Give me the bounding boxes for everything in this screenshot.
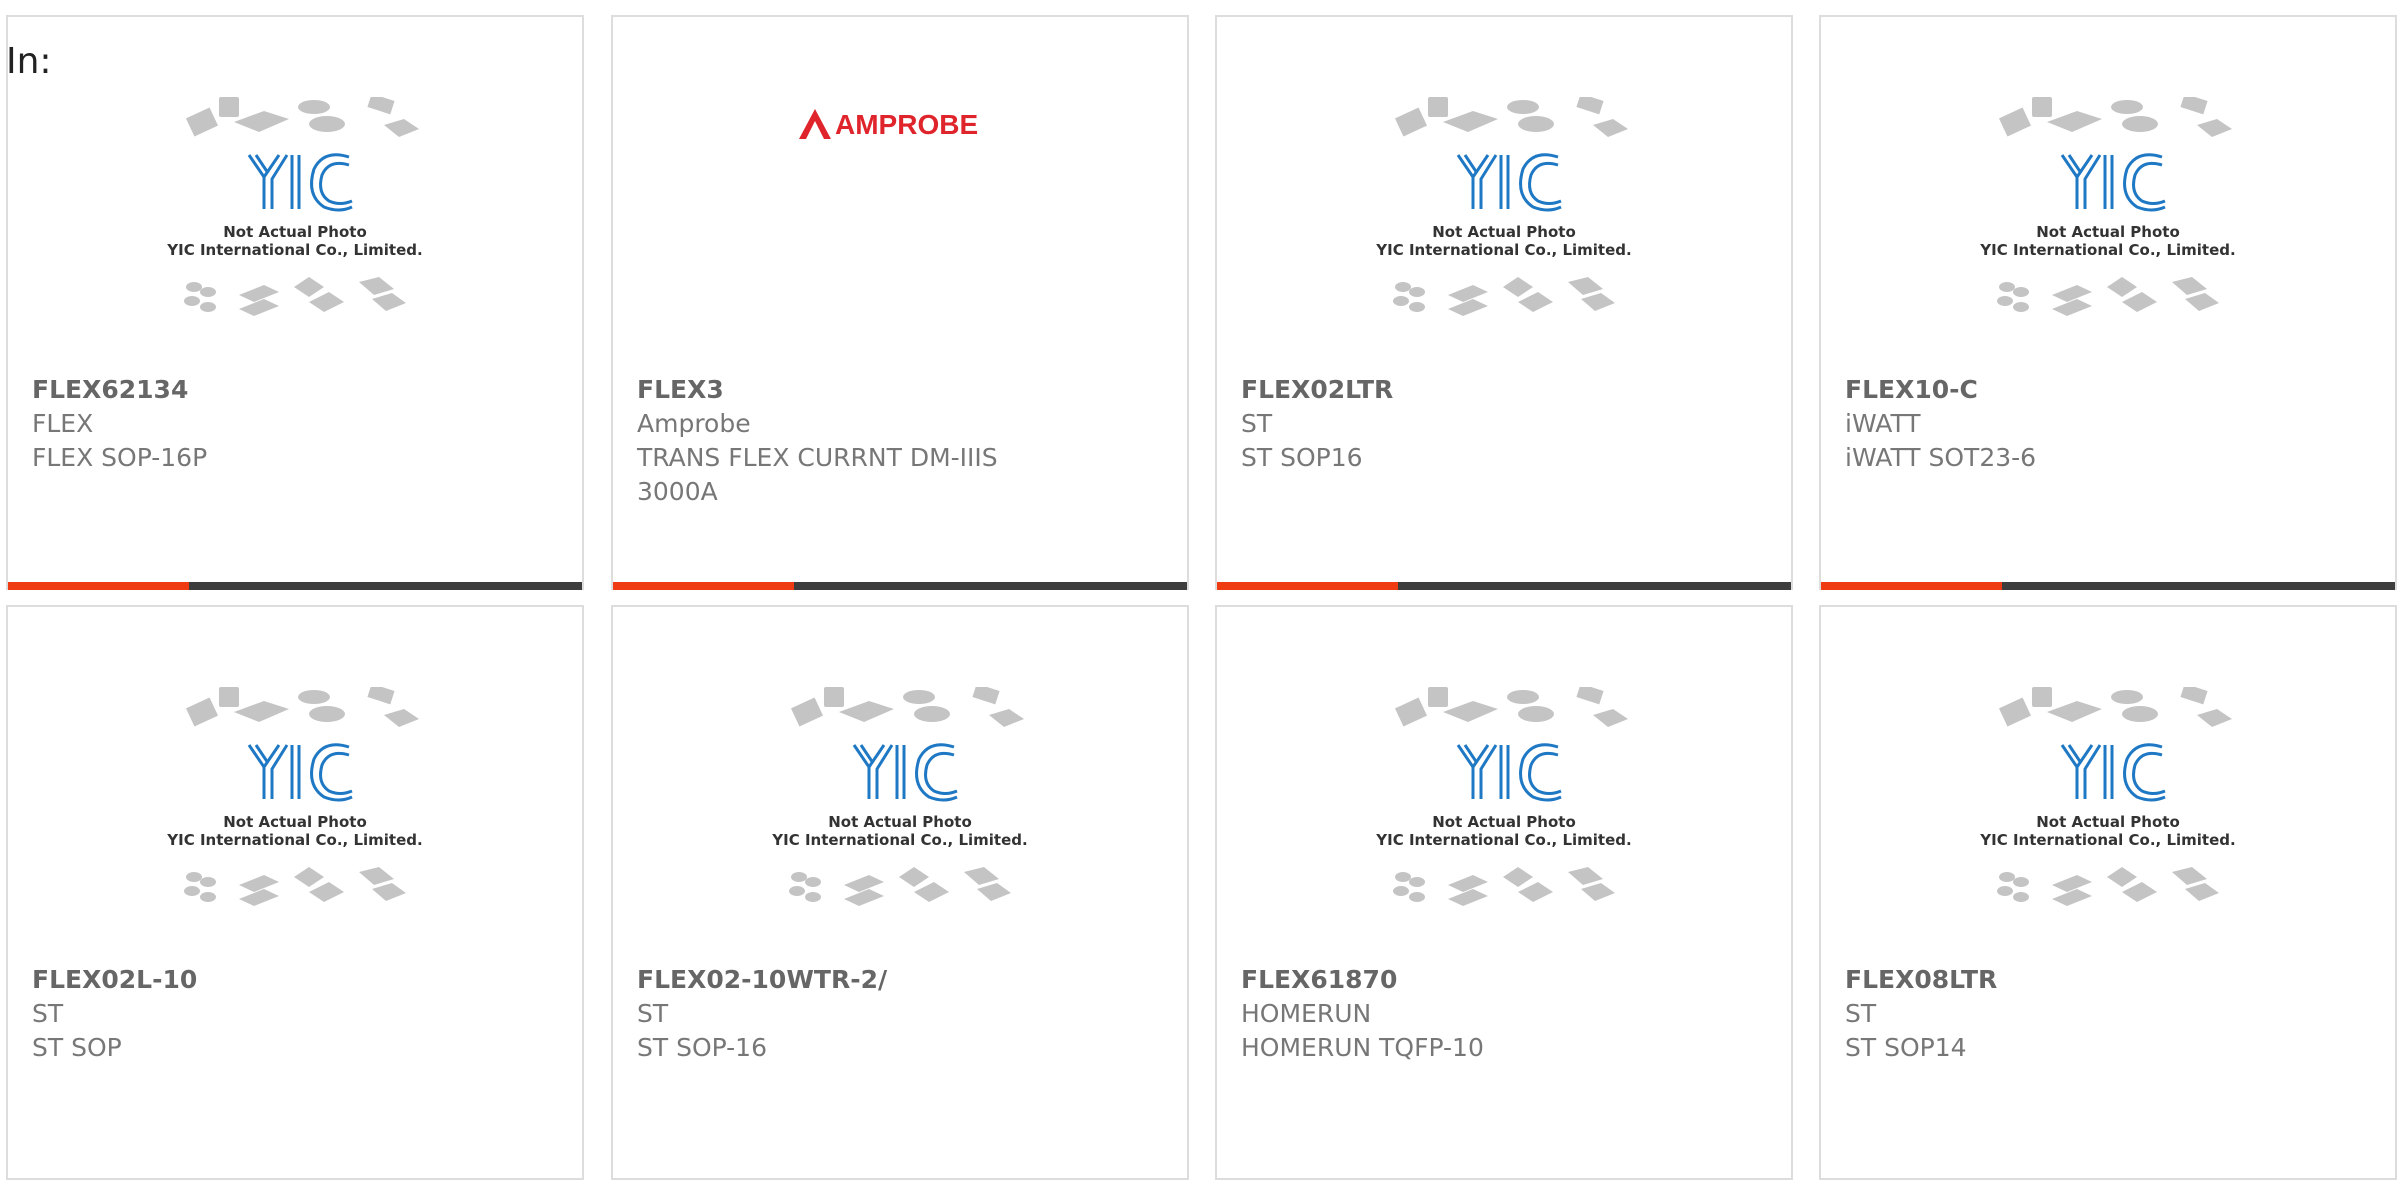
- card-bar-accent: [613, 582, 794, 590]
- part-number-link[interactable]: FLEX10-C: [1845, 373, 2371, 407]
- card-bar: [613, 582, 1187, 590]
- product-info: FLEX62134 FLEX FLEX SOP-16P: [32, 373, 558, 475]
- part-number-link[interactable]: FLEX02LTR: [1241, 373, 1767, 407]
- product-card[interactable]: Not Actual Photo YIC International Co., …: [1819, 15, 2397, 590]
- part-number-link[interactable]: FLEX02L-10: [32, 963, 558, 997]
- placeholder-caption-1: Not Actual Photo: [2036, 223, 2180, 241]
- product-info: FLEX10-C iWATT iWATT SOT23-6: [1845, 373, 2371, 475]
- description: ST SOP: [32, 1033, 122, 1062]
- product-card[interactable]: Not Actual Photo YIC International Co., …: [1215, 15, 1793, 590]
- placeholder-caption-1: Not Actual Photo: [223, 813, 367, 831]
- placeholder-caption-2: YIC International Co., Limited.: [771, 831, 1027, 849]
- product-card[interactable]: AMPROBE FLEX3 Amprobe TRANS FLEX CURRNT …: [611, 15, 1189, 590]
- manufacturer: ST: [1845, 999, 1877, 1028]
- in-label: In:: [6, 41, 52, 82]
- placeholder-caption-2: YIC International Co., Limited.: [1375, 831, 1631, 849]
- product-card[interactable]: Not Actual Photo YIC International Co., …: [6, 605, 584, 1180]
- card-bar-accent: [1821, 582, 2002, 590]
- card-bar: [1821, 582, 2395, 590]
- placeholder-caption-1: Not Actual Photo: [1432, 813, 1576, 831]
- manufacturer: ST: [637, 999, 669, 1028]
- card-bar: [1217, 582, 1791, 590]
- part-number-link[interactable]: FLEX62134: [32, 373, 558, 407]
- product-image[interactable]: Not Actual Photo YIC International Co., …: [1217, 687, 1791, 957]
- part-number-link[interactable]: FLEX08LTR: [1845, 963, 2371, 997]
- manufacturer: ST: [32, 999, 64, 1028]
- manufacturer: ST: [1241, 409, 1273, 438]
- manufacturer: HOMERUN: [1241, 999, 1372, 1028]
- placeholder-caption-1: Not Actual Photo: [223, 223, 367, 241]
- product-info: FLEX61870 HOMERUN HOMERUN TQFP-10: [1241, 963, 1767, 1065]
- card-bar: [8, 582, 582, 590]
- product-info: FLEX02L-10 ST ST SOP: [32, 963, 558, 1065]
- placeholder-caption-1: Not Actual Photo: [2036, 813, 2180, 831]
- placeholder-caption-2: YIC International Co., Limited.: [1375, 241, 1631, 259]
- product-image[interactable]: Not Actual Photo YIC International Co., …: [1821, 687, 2395, 957]
- amprobe-logo[interactable]: AMPROBE: [613, 103, 1187, 147]
- card-bar-accent: [1217, 582, 1398, 590]
- placeholder-caption-1: Not Actual Photo: [828, 813, 972, 831]
- product-image[interactable]: Not Actual Photo YIC International Co., …: [1821, 97, 2395, 367]
- product-image[interactable]: Not Actual Photo YIC International Co., …: [1217, 97, 1791, 367]
- manufacturer: iWATT: [1845, 409, 1921, 438]
- product-info: FLEX02-10WTR-2/ ST ST SOP-16: [637, 963, 1163, 1065]
- product-info: FLEX02LTR ST ST SOP16: [1241, 373, 1767, 475]
- product-info: FLEX3 Amprobe TRANS FLEX CURRNT DM-IIIS …: [637, 373, 1163, 509]
- product-image[interactable]: Not Actual Photo YIC International Co., …: [8, 97, 582, 367]
- part-number-link[interactable]: FLEX02-10WTR-2/: [637, 963, 1163, 997]
- description: ST SOP14: [1845, 1033, 1967, 1062]
- description: TRANS FLEX CURRNT DM-IIIS: [637, 443, 998, 472]
- part-number-link[interactable]: FLEX3: [637, 373, 1163, 407]
- description: ST SOP-16: [637, 1033, 767, 1062]
- manufacturer: Amprobe: [637, 409, 751, 438]
- product-card[interactable]: Not Actual Photo YIC International Co., …: [611, 605, 1189, 1180]
- placeholder-caption-2: YIC International Co., Limited.: [166, 241, 422, 259]
- product-info: FLEX08LTR ST ST SOP14: [1845, 963, 2371, 1065]
- product-image[interactable]: Not Actual Photo YIC International Co., …: [613, 687, 1187, 957]
- description: FLEX SOP-16P: [32, 443, 208, 472]
- product-card[interactable]: Not Actual Photo YIC International Co., …: [6, 15, 584, 590]
- product-card[interactable]: Not Actual Photo YIC International Co., …: [1819, 605, 2397, 1180]
- part-number-link[interactable]: FLEX61870: [1241, 963, 1767, 997]
- placeholder-caption-1: Not Actual Photo: [1432, 223, 1576, 241]
- product-image[interactable]: Not Actual Photo YIC International Co., …: [8, 687, 582, 957]
- manufacturer: FLEX: [32, 409, 94, 438]
- card-bar-accent: [8, 582, 189, 590]
- amprobe-logo-text: AMPROBE: [835, 109, 978, 140]
- placeholder-caption-2: YIC International Co., Limited.: [1979, 831, 2235, 849]
- placeholder-caption-2: YIC International Co., Limited.: [166, 831, 422, 849]
- description-line-2: 3000A: [637, 477, 718, 506]
- placeholder-caption-2: YIC International Co., Limited.: [1979, 241, 2235, 259]
- description: iWATT SOT23-6: [1845, 443, 2037, 472]
- description: ST SOP16: [1241, 443, 1363, 472]
- description: HOMERUN TQFP-10: [1241, 1033, 1484, 1062]
- product-card[interactable]: Not Actual Photo YIC International Co., …: [1215, 605, 1793, 1180]
